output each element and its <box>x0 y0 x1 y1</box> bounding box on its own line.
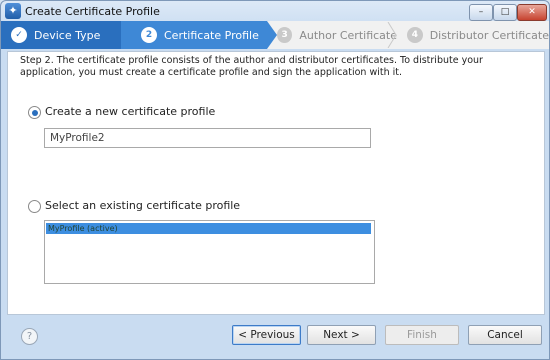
minimize-button[interactable]: – <box>469 4 493 21</box>
maximize-button[interactable]: □ <box>493 4 517 21</box>
step-label: Certificate Profile <box>164 28 259 42</box>
wizard-steps: ✓ Device Type 2 Certificate Profile 3 Au… <box>1 21 549 49</box>
profile-name-input[interactable] <box>44 128 371 148</box>
next-button[interactable]: Next > <box>307 325 376 345</box>
step-certificate-profile: 2 Certificate Profile <box>121 21 267 49</box>
list-item[interactable]: MyProfile (active) <box>46 223 371 234</box>
select-existing-label[interactable]: Select an existing certificate profile <box>45 199 240 212</box>
step-label: Distributor Certificate <box>429 28 549 42</box>
app-icon: ✦ <box>5 3 21 19</box>
step-number: 3 <box>277 27 293 43</box>
checkmark-icon: ✓ <box>11 27 27 43</box>
step-distributor-certificate: 4 Distributor Certificate <box>397 21 549 49</box>
step-device-type: ✓ Device Type <box>1 21 121 49</box>
step-label: Author Certificate <box>299 28 397 42</box>
step-number: 4 <box>407 27 423 43</box>
create-new-radio[interactable] <box>28 106 41 119</box>
step-separator-icon <box>387 22 397 48</box>
step-author-certificate: 3 Author Certificate <box>267 21 397 49</box>
title-bar[interactable]: ✦ Create Certificate Profile – □ ✕ <box>1 1 549 21</box>
close-button[interactable]: ✕ <box>517 4 547 21</box>
help-icon[interactable]: ? <box>21 328 38 345</box>
dialog-window: ✦ Create Certificate Profile – □ ✕ ✓ Dev… <box>0 0 550 360</box>
content-panel: Step 2. The certificate profile consists… <box>7 51 545 315</box>
existing-profiles-list[interactable]: MyProfile (active) <box>44 220 375 284</box>
finish-button[interactable]: Finish <box>385 325 459 345</box>
step-label: Device Type <box>34 28 101 42</box>
cancel-button[interactable]: Cancel <box>468 325 542 345</box>
footer: ? < Previous Next > Finish Cancel <box>1 315 549 359</box>
select-existing-radio[interactable] <box>28 200 41 213</box>
step-description: Step 2. The certificate profile consists… <box>20 55 483 78</box>
previous-button[interactable]: < Previous <box>232 325 301 345</box>
create-new-label[interactable]: Create a new certificate profile <box>45 105 215 118</box>
step-number: 2 <box>141 27 157 43</box>
window-title: Create Certificate Profile <box>25 5 160 18</box>
